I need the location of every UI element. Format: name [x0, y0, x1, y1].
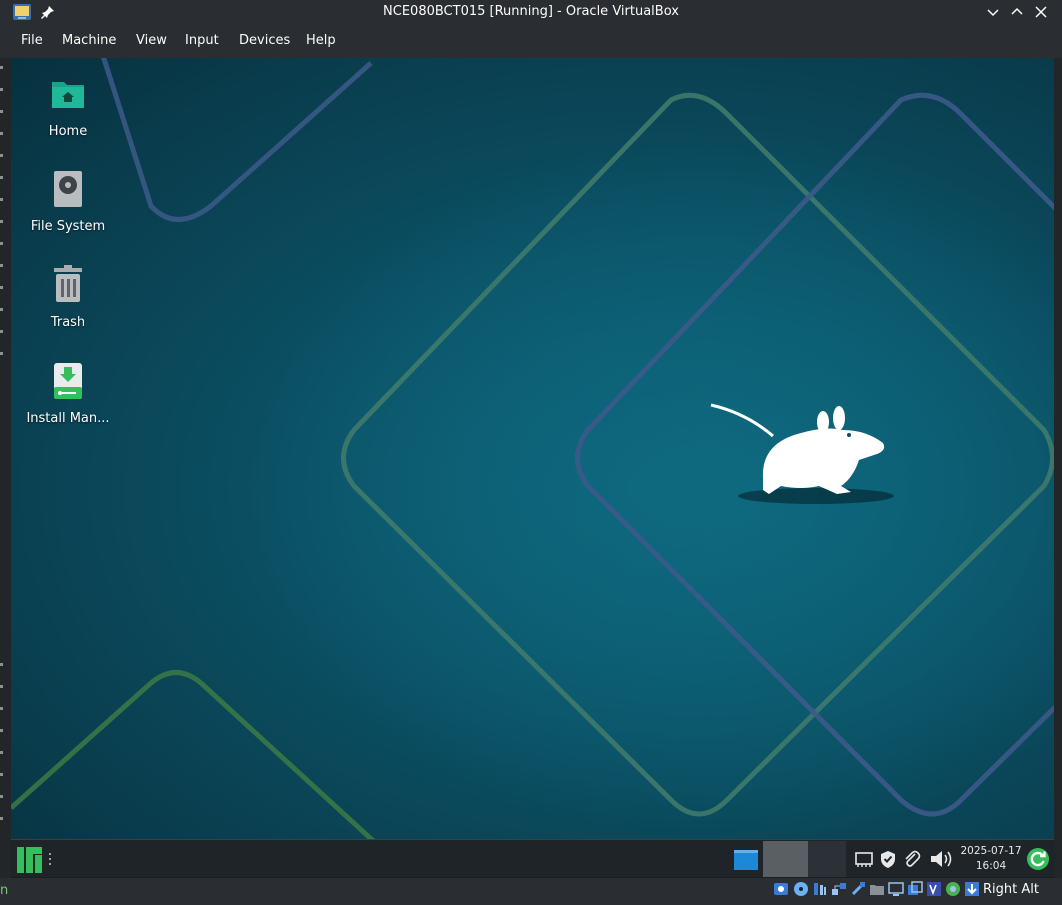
recording-icon[interactable]: [907, 881, 923, 897]
menu-file[interactable]: File: [21, 33, 43, 48]
manjaro-menu-icon[interactable]: [17, 847, 43, 873]
menu-input[interactable]: Input: [185, 33, 219, 48]
shield-icon[interactable]: [878, 849, 898, 869]
menu-help[interactable]: Help: [306, 33, 336, 48]
mouse-integration-icon[interactable]: [945, 881, 961, 897]
workspace-2[interactable]: [763, 841, 808, 877]
network-icon[interactable]: [831, 881, 847, 897]
virtualbox-window: NCE080BCT015 [Running] - Oracle VirtualB…: [0, 0, 1062, 905]
desktop-icon-label: Home: [48, 124, 88, 139]
host-text-fragment: n: [0, 883, 9, 898]
guest-taskbar: 2025-07-17 16:04: [11, 839, 1054, 877]
title-bar: NCE080BCT015 [Running] - Oracle VirtualB…: [0, 0, 1062, 24]
desktop-icon-label: Install Man...: [26, 411, 110, 426]
folder-home-icon: [52, 82, 84, 108]
minimize-icon[interactable]: [984, 3, 1002, 21]
workspace-window-icon: [734, 850, 758, 870]
volume-icon[interactable]: [929, 849, 955, 869]
optical-drive-icon[interactable]: [793, 881, 809, 897]
clock-date: 2025-07-17: [960, 845, 1022, 857]
desktop-icon-install-manjaro[interactable]: Install Man...: [13, 361, 123, 426]
menu-view[interactable]: View: [136, 33, 167, 48]
clock[interactable]: 2025-07-17 16:04: [959, 844, 1023, 874]
workspace-1[interactable]: [729, 841, 763, 877]
clock-time: 16:04: [975, 860, 1007, 872]
guest-desktop[interactable]: Home File System Trash Install Man...: [11, 58, 1054, 839]
menu-devices[interactable]: Devices: [239, 33, 290, 48]
desktop-icon-label: Trash: [50, 315, 86, 330]
network-icon[interactable]: [854, 849, 874, 869]
desktop-icon-file-system[interactable]: File System: [13, 169, 123, 234]
usb-icon[interactable]: [850, 881, 866, 897]
display-icon[interactable]: [888, 881, 904, 897]
maximize-icon[interactable]: [1008, 3, 1026, 21]
hard-disk-icon[interactable]: [773, 881, 789, 897]
shared-folders-icon[interactable]: [869, 881, 885, 897]
menu-machine[interactable]: Machine: [62, 33, 116, 48]
close-icon[interactable]: [1032, 3, 1050, 21]
update-icon[interactable]: [1026, 847, 1050, 871]
panel-handle-icon[interactable]: [49, 853, 52, 865]
host-desktop-right-strip: [1054, 58, 1062, 878]
trash-icon: [54, 265, 82, 302]
desktop-icon-home[interactable]: Home: [13, 74, 123, 139]
desktop-icon-trash[interactable]: Trash: [13, 265, 123, 330]
desktop-icon-label: File System: [30, 219, 106, 234]
hard-drive-icon: [54, 171, 82, 207]
host-key-label[interactable]: Right Alt: [983, 882, 1039, 897]
paperclip-icon[interactable]: [902, 849, 922, 869]
keyboard-capture-icon[interactable]: [964, 881, 980, 897]
window-title: NCE080BCT015 [Running] - Oracle VirtualB…: [383, 4, 679, 19]
menu-bar: File Machine View Input Devices Help: [0, 24, 1062, 58]
host-desktop-left-strip: [0, 58, 11, 878]
installer-icon: [54, 363, 82, 399]
virtualbox-status-bar: Right Alt: [0, 878, 1062, 905]
workspace-3[interactable]: [808, 841, 846, 877]
vt-x-icon[interactable]: [926, 881, 942, 897]
audio-icon[interactable]: [812, 881, 828, 897]
wallpaper: [11, 58, 1054, 839]
